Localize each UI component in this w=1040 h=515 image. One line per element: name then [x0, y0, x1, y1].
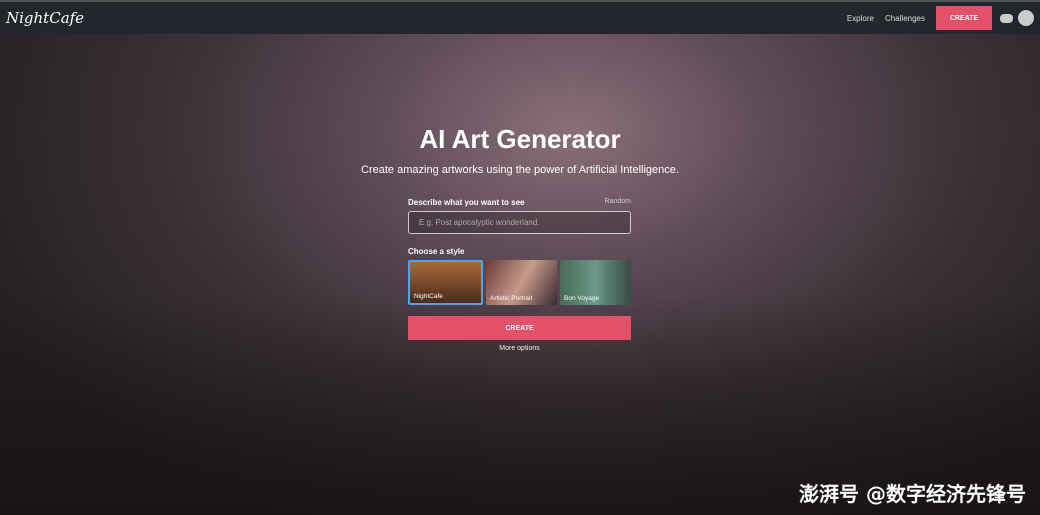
header-create-button[interactable]: CREATE: [936, 6, 992, 30]
discord-icon[interactable]: [1000, 13, 1013, 23]
prompt-input[interactable]: E.g. Post apocalyptic wonderland.: [408, 211, 631, 234]
nav: Explore Challenges CREATE: [847, 2, 1034, 34]
style-label-text: Artistic Portrait: [490, 295, 533, 302]
prompt-label: Describe what you want to see: [408, 198, 525, 207]
random-link[interactable]: Random: [605, 198, 631, 207]
style-label-text: NightCafe: [414, 293, 443, 300]
style-bon-voyage[interactable]: Bon Voyage: [560, 260, 631, 305]
nav-challenges[interactable]: Challenges: [885, 14, 925, 23]
create-form: Describe what you want to see Random E.g.…: [408, 198, 631, 352]
style-label: Choose a style: [408, 247, 465, 256]
nav-explore[interactable]: Explore: [847, 14, 874, 23]
style-label-text: Bon Voyage: [564, 295, 600, 302]
watermark: 澎湃号 @数字经济先锋号: [799, 482, 1026, 506]
style-nightcafe[interactable]: NightCafe: [408, 260, 483, 305]
nightcafe-logo[interactable]: NightCafe: [6, 9, 84, 27]
avatar[interactable]: [1018, 10, 1034, 26]
top-bar: NightCafe Explore Challenges CREATE: [0, 0, 1040, 34]
more-options-link[interactable]: More options: [408, 345, 631, 352]
page-title: AI Art Generator: [419, 124, 621, 154]
create-button[interactable]: CREATE: [408, 316, 631, 340]
style-artistic-portrait[interactable]: Artistic Portrait: [486, 260, 557, 305]
page-subtitle: Create amazing artworks using the power …: [361, 164, 679, 176]
